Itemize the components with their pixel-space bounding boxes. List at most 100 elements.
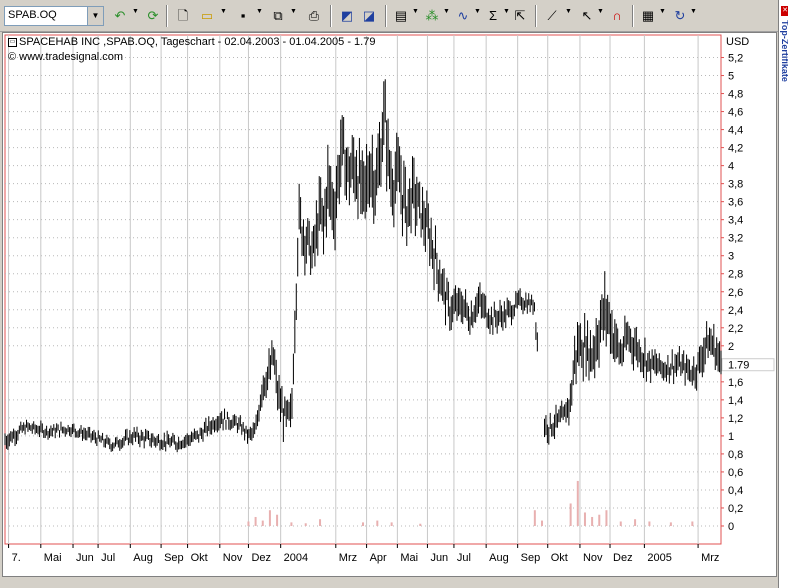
y-tick-label: 4,2 xyxy=(728,143,743,155)
x-tick-label: Okt xyxy=(551,552,568,564)
x-tick-label: Jun xyxy=(76,552,94,564)
chevron-down-icon[interactable]: ▼ xyxy=(474,8,481,15)
chart-out-icon[interactable]: ◪ xyxy=(359,6,379,26)
y-tick-label: 4,8 xyxy=(728,89,743,101)
volume-bar xyxy=(276,514,279,526)
chevron-down-icon[interactable]: ▼ xyxy=(690,8,697,15)
close-icon[interactable]: ✕ xyxy=(781,6,788,16)
volume-bar xyxy=(261,520,264,526)
volume-bar xyxy=(634,519,637,526)
chart-settings-icon[interactable]: ▭ xyxy=(8,38,17,47)
y-tick-label: 1,2 xyxy=(728,413,743,425)
x-tick-label: Mrz xyxy=(339,552,357,564)
chevron-down-icon[interactable]: ▼ xyxy=(220,8,227,15)
x-tick-label: 2004 xyxy=(284,552,308,564)
volume-bar xyxy=(576,480,579,526)
chevron-down-icon[interactable]: ▼ xyxy=(659,8,666,15)
y-tick-label: 2 xyxy=(728,341,734,353)
price-chart[interactable]: 5,2 5 4,8 4,6 4,4 4,2 4 3,8 3,6 3,4 3,2 3 2,8 2,6 2,4 2… xyxy=(3,33,778,578)
y-tick-label: 3,2 xyxy=(728,233,743,245)
rotate-icon[interactable]: ↻ xyxy=(670,6,690,26)
volume-bar xyxy=(376,520,379,526)
y-tick-label: 2,6 xyxy=(728,287,743,299)
volume-bar xyxy=(319,519,322,526)
y-tick-label: 2,4 xyxy=(728,305,743,317)
volume-bar xyxy=(247,521,250,526)
symbol-value: SPAB.OQ xyxy=(8,9,57,21)
x-tick-label: Aug xyxy=(133,552,153,564)
y-tick-label: 1,4 xyxy=(728,395,743,407)
y-tick-label: 4,6 xyxy=(728,107,743,119)
new-document-icon[interactable]: 🗋 xyxy=(173,6,193,26)
chevron-down-icon[interactable]: ▼ xyxy=(290,8,297,15)
x-tick-label: Sep xyxy=(521,552,541,564)
volume-bar xyxy=(619,521,622,526)
sigma-icon[interactable]: Σ xyxy=(483,6,503,26)
refresh-icon[interactable]: ⟳ xyxy=(143,6,163,26)
volume-bar xyxy=(583,512,586,526)
chevron-down-icon[interactable]: ▼ xyxy=(256,8,263,15)
y-tick-label: 3,8 xyxy=(728,179,743,191)
window-layout-icon[interactable]: ▤ xyxy=(391,6,411,26)
volume-bar xyxy=(419,523,422,526)
undo-arrow-icon[interactable]: ↶ xyxy=(110,6,130,26)
volume-bar xyxy=(591,516,594,526)
toolbar-separator xyxy=(330,5,332,27)
y-tick-label: 4 xyxy=(728,161,734,173)
y-tick-label: 1 xyxy=(728,431,734,443)
y-tick-label: 2,2 xyxy=(728,323,743,335)
y-tick-label: 0,4 xyxy=(728,485,743,497)
chevron-down-icon[interactable]: ▼ xyxy=(132,8,139,15)
chevron-down-icon[interactable]: ▼ xyxy=(87,7,103,25)
copy-icon[interactable]: ⧉ xyxy=(268,6,288,26)
chart-in-icon[interactable]: ◩ xyxy=(337,6,357,26)
notes-icon[interactable]: ▦ xyxy=(638,6,658,26)
y-tick-label: 1.79 xyxy=(728,360,749,372)
y-tick-label: 5 xyxy=(728,71,734,83)
x-tick-label: 2005 xyxy=(647,552,671,564)
y-tick-label: 3,6 xyxy=(728,197,743,209)
chevron-down-icon[interactable]: ▼ xyxy=(503,8,510,15)
save-icon[interactable]: ▪ xyxy=(233,6,253,26)
y-tick-label: 2,8 xyxy=(728,269,743,281)
volume-bar xyxy=(605,510,608,526)
toolbar: SPAB.OQ ▼ ↶ ▼ ⟳ 🗋 ▭ ▼ ▪ ▼ ⧉ ▼ ⎙ ◩ ◪ ▤ ▼ … xyxy=(0,0,778,32)
cursor-icon[interactable]: ↖ xyxy=(577,6,597,26)
volume-bar xyxy=(541,520,543,526)
print-icon[interactable]: ⎙ xyxy=(304,6,324,26)
y-tick-label: 0,8 xyxy=(728,449,743,461)
chevron-down-icon[interactable]: ▼ xyxy=(443,8,450,15)
chart-source: © www.tradesignal.com xyxy=(8,51,124,63)
study-icon[interactable]: ∿ xyxy=(453,6,473,26)
x-tick-label: Dez xyxy=(251,552,271,564)
open-folder-icon[interactable]: ▭ xyxy=(197,6,217,26)
x-tick-label: Sep xyxy=(164,552,184,564)
chevron-down-icon[interactable]: ▼ xyxy=(597,8,604,15)
y-tick-label: 3 xyxy=(728,251,734,263)
magnet-icon[interactable]: ∩ xyxy=(607,6,627,26)
draw-line-icon[interactable]: ⟋ xyxy=(542,6,562,26)
volume-bar xyxy=(390,522,393,526)
chevron-down-icon[interactable]: ▼ xyxy=(565,8,572,15)
x-tick-label: Aug xyxy=(489,552,509,564)
volume-bar xyxy=(304,523,307,526)
symbol-select[interactable]: SPAB.OQ ▼ xyxy=(4,6,104,26)
y-tick-label: 1,6 xyxy=(728,377,743,389)
chart-panel[interactable]: 5,2 5 4,8 4,6 4,4 4,2 4 3,8 3,6 3,4 3,2 3 2,8 2,6 2,4 2… xyxy=(2,32,777,577)
y-tick-label: 0,2 xyxy=(728,503,743,515)
y-tick-label: 4,4 xyxy=(728,125,743,137)
chevron-down-icon[interactable]: ▼ xyxy=(412,8,419,15)
x-tick-label: Dez xyxy=(613,552,633,564)
volume-bar xyxy=(598,514,601,526)
volume-bar xyxy=(362,522,364,526)
volume-bar xyxy=(290,522,293,526)
indicator-icon[interactable]: ⁂ xyxy=(422,6,442,26)
x-tick-label: Jul xyxy=(457,552,471,564)
horizontal-scrollbar[interactable] xyxy=(2,577,777,588)
toolbar-separator xyxy=(166,5,168,27)
toolbar-separator xyxy=(535,5,537,27)
x-tick-label: Nov xyxy=(223,552,243,564)
export-icon[interactable]: ⇱ xyxy=(510,6,530,26)
x-tick-label: Okt xyxy=(191,552,208,564)
side-panel-label[interactable]: Top-Zertifikate xyxy=(780,20,788,82)
